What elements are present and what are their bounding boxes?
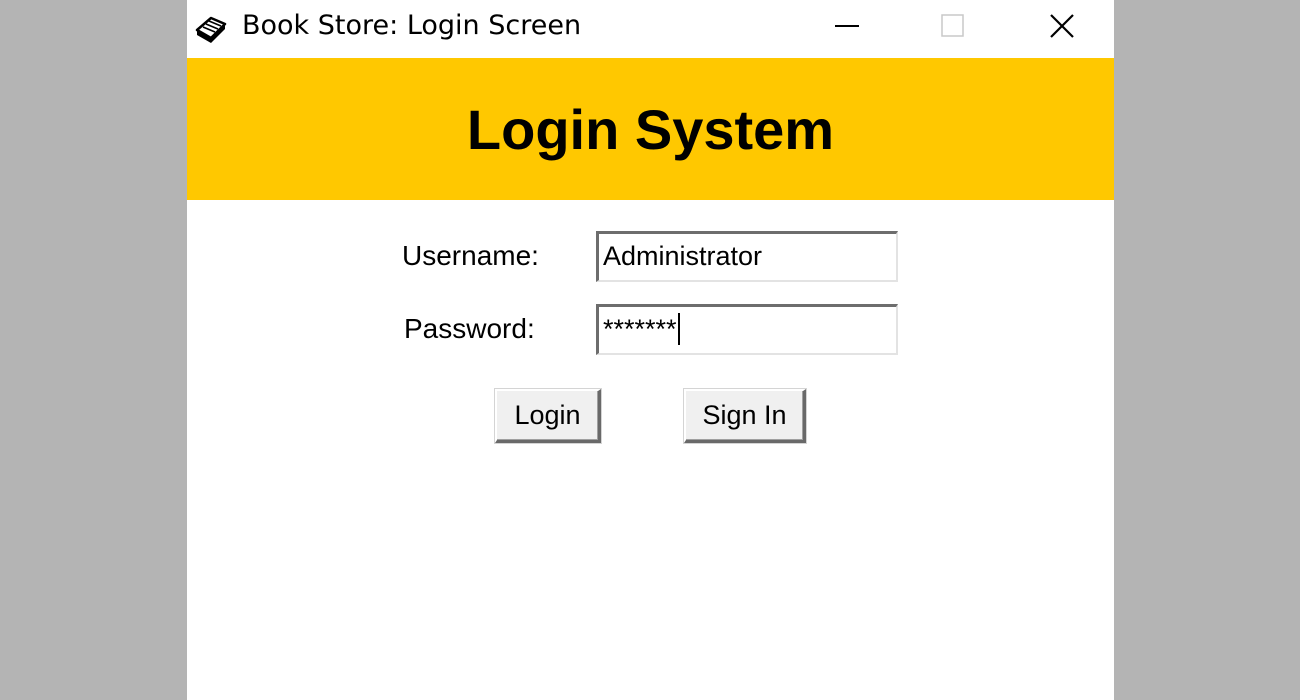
username-label: Username: — [402, 240, 539, 271]
header-banner: Login System — [187, 58, 1114, 200]
username-value: Administrator — [603, 241, 763, 271]
password-field[interactable]: ******* — [596, 304, 898, 355]
book-icon — [191, 8, 229, 46]
text-caret — [677, 313, 680, 345]
password-label: Password: — [404, 313, 535, 344]
close-icon — [1048, 12, 1076, 45]
close-button[interactable] — [1032, 0, 1092, 56]
login-button-label: Login — [514, 400, 581, 430]
window-titlebar[interactable]: Book Store: Login Screen — [187, 0, 1114, 58]
username-field[interactable]: Administrator — [596, 231, 898, 282]
sign-in-button-label: Sign In — [702, 400, 787, 430]
password-value: ******* — [603, 314, 677, 344]
page-title: Login System — [466, 97, 835, 161]
maximize-button[interactable] — [923, 0, 983, 56]
login-button[interactable]: Login — [495, 389, 601, 443]
window-title: Book Store: Login Screen — [242, 10, 582, 41]
login-window: Book Store: Login Screen Login System Us… — [187, 0, 1114, 700]
minimize-button[interactable] — [817, 0, 877, 56]
maximize-icon — [940, 13, 966, 44]
minimize-icon — [834, 13, 860, 44]
sign-in-button[interactable]: Sign In — [684, 389, 806, 443]
